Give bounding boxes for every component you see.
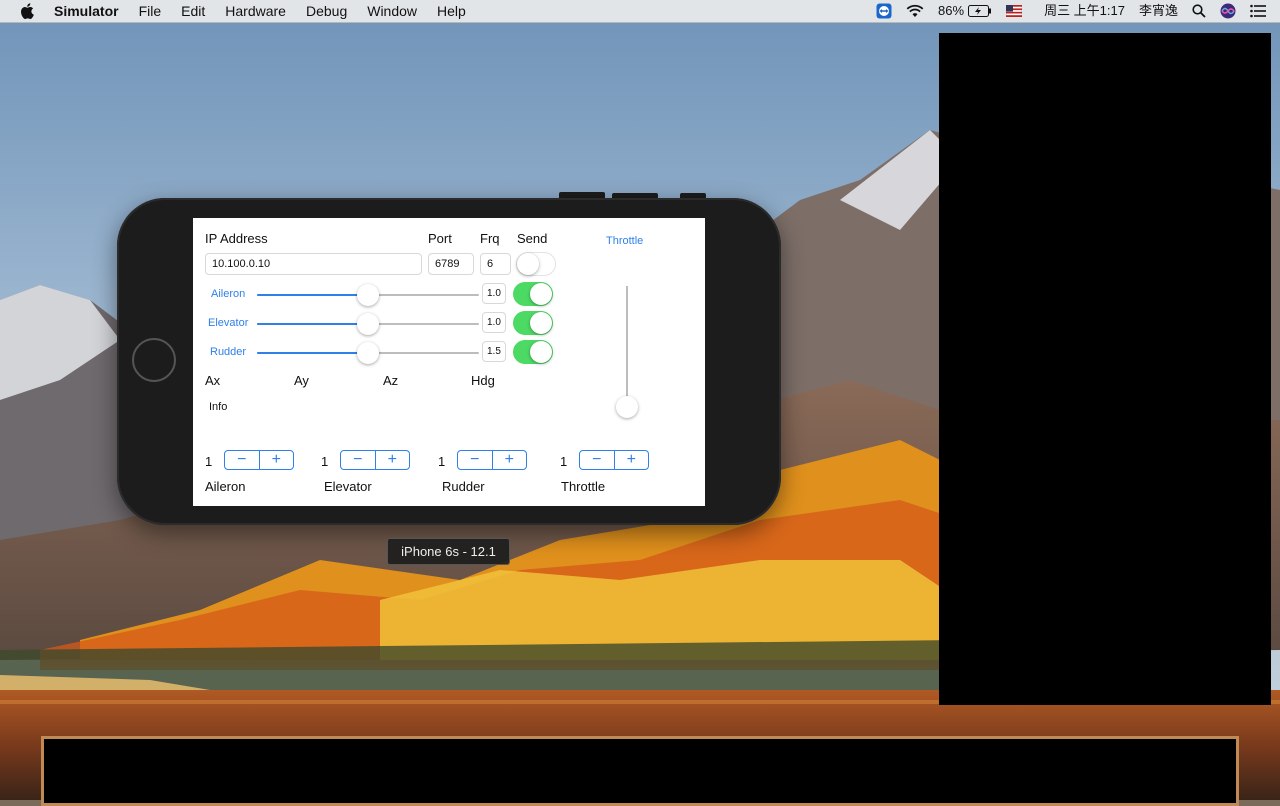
slider-thumb[interactable]	[357, 342, 379, 364]
sensor-ax-label: Ax	[205, 373, 221, 388]
throttle-stepper-value: 1	[560, 454, 568, 469]
rudder-slider[interactable]	[257, 342, 479, 364]
port-input[interactable]: 6789	[428, 253, 474, 275]
throttle-stepper[interactable]: − +	[579, 450, 649, 470]
rudder-slider-label: Rudder	[210, 346, 247, 358]
stepper-plus-button[interactable]: +	[260, 451, 294, 469]
app-screen: IP Address Port Frq Send Throttle 10.100…	[193, 218, 705, 506]
elevator-stepper-label: Elevator	[324, 479, 372, 494]
elevator-stepper[interactable]: − +	[340, 450, 410, 470]
apple-icon[interactable]	[20, 3, 34, 19]
stepper-plus-button[interactable]: +	[615, 451, 649, 469]
search-icon[interactable]	[1192, 4, 1206, 18]
siri-icon[interactable]	[1220, 3, 1236, 19]
sensor-az-label: Az	[383, 373, 399, 388]
elevator-slider-label: Elevator	[208, 317, 249, 329]
aileron-slider[interactable]	[257, 284, 479, 306]
menu-app-simulator[interactable]: Simulator	[54, 0, 129, 22]
battery-icon[interactable]	[968, 5, 992, 17]
aileron-stepper-label: Aileron	[205, 479, 246, 494]
throttle-slider-thumb[interactable]	[616, 396, 638, 418]
toggle-knob	[530, 312, 552, 334]
menu-file[interactable]: File	[129, 0, 172, 22]
aileron-value[interactable]: 1.0	[482, 283, 506, 304]
menu-help[interactable]: Help	[427, 0, 476, 22]
slider-fill	[257, 323, 368, 325]
aileron-slider-label: Aileron	[211, 288, 246, 300]
toggle-knob	[517, 253, 539, 275]
toggle-knob	[530, 341, 552, 363]
elevator-stepper-value: 1	[321, 454, 329, 469]
elevator-slider[interactable]	[257, 313, 479, 335]
menu-hardware[interactable]: Hardware	[215, 0, 296, 22]
port-label: Port	[428, 231, 452, 246]
rudder-stepper-value: 1	[438, 454, 446, 469]
frq-label: Frq	[480, 231, 500, 246]
stepper-plus-button[interactable]: +	[493, 451, 527, 469]
stepper-minus-button[interactable]: −	[341, 451, 376, 469]
menu-bar: Simulator File Edit Hardware Debug Windo…	[0, 0, 1280, 23]
ip-address-label: IP Address	[205, 231, 268, 246]
rudder-toggle[interactable]	[513, 340, 553, 364]
elevator-value[interactable]: 1.0	[482, 312, 506, 333]
elevator-toggle[interactable]	[513, 311, 553, 335]
menu-edit[interactable]: Edit	[171, 0, 215, 22]
info-label: Info	[209, 401, 228, 413]
frq-input[interactable]: 6	[480, 253, 511, 275]
black-window-right[interactable]	[939, 33, 1271, 705]
rudder-value[interactable]: 1.5	[482, 341, 506, 362]
menu-debug[interactable]: Debug	[296, 0, 357, 22]
send-toggle[interactable]	[516, 252, 556, 276]
slider-fill	[257, 352, 368, 354]
aileron-stepper-value: 1	[205, 454, 213, 469]
stepper-minus-button[interactable]: −	[458, 451, 493, 469]
aileron-stepper[interactable]: − +	[224, 450, 294, 470]
wifi-icon[interactable]	[906, 4, 924, 18]
toggle-knob	[530, 283, 552, 305]
us-flag-icon[interactable]	[1006, 5, 1023, 17]
teamviewer-icon[interactable]	[876, 3, 892, 19]
aileron-toggle[interactable]	[513, 282, 553, 306]
ip-address-input[interactable]: 10.100.0.10	[205, 253, 422, 275]
send-label: Send	[517, 231, 548, 246]
battery-percent: 86%	[938, 3, 965, 18]
slider-thumb[interactable]	[357, 284, 379, 306]
home-button[interactable]	[132, 338, 176, 382]
black-window-bottom[interactable]	[41, 736, 1239, 806]
stepper-plus-button[interactable]: +	[376, 451, 410, 469]
menu-window[interactable]: Window	[357, 0, 427, 22]
slider-fill	[257, 294, 368, 296]
slider-thumb[interactable]	[357, 313, 379, 335]
rudder-stepper[interactable]: − +	[457, 450, 527, 470]
clock[interactable]: 周三 上午1:17	[1044, 0, 1125, 22]
stepper-minus-button[interactable]: −	[580, 451, 615, 469]
sensor-ay-label: Ay	[294, 373, 309, 388]
throttle-slider[interactable]	[626, 286, 628, 406]
notification-center-icon[interactable]	[1250, 4, 1266, 18]
stepper-minus-button[interactable]: −	[225, 451, 260, 469]
user-name[interactable]: 李宵逸	[1139, 0, 1178, 22]
rudder-stepper-label: Rudder	[442, 479, 485, 494]
throttle-title: Throttle	[606, 235, 644, 247]
sensor-hdg-label: Hdg	[471, 373, 495, 388]
throttle-stepper-label: Throttle	[561, 479, 606, 494]
device-name-tooltip: iPhone 6s - 12.1	[387, 538, 510, 565]
